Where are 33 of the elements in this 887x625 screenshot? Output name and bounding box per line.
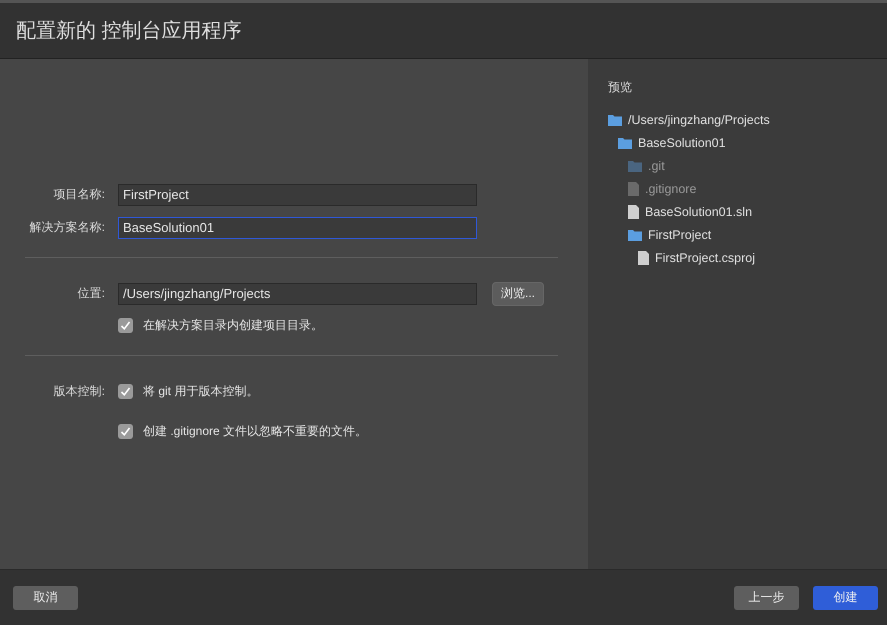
tree-item-label: BaseSolution01.sln (645, 204, 752, 218)
file-icon (628, 204, 639, 218)
field-label: 位置: (76, 285, 105, 302)
tree-item-label: FirstProject (648, 228, 712, 242)
folder-icon (628, 228, 642, 240)
location-field[interactable]: /Users/jingzhang/Projects (118, 282, 477, 304)
tree-item-label: BaseSolution01 (638, 136, 726, 150)
folder-icon (608, 114, 622, 126)
tree-item-label: .git (648, 158, 665, 172)
folder-icon (628, 160, 642, 172)
folder-icon (618, 136, 632, 148)
field-label: 项目名称: (52, 186, 105, 203)
tree-item-label: /Users/jingzhang/Projects (628, 112, 770, 126)
create-button[interactable]: 创建 (813, 586, 878, 610)
browse-button[interactable]: 浏览... (492, 282, 544, 306)
preview-title: 预览 (608, 79, 633, 96)
checkbox-label: 创建 .gitignore 文件以忽略不重要的文件。 (143, 423, 368, 440)
text-field[interactable]: FirstProject (118, 184, 477, 206)
checkbox[interactable] (118, 384, 133, 399)
field-label: 解决方案名称: (28, 219, 105, 236)
checkbox[interactable] (118, 424, 133, 439)
field-label: 版本控制: (52, 383, 105, 400)
footer-button[interactable]: 取消 (13, 586, 78, 610)
checkbox-label: 将 git 用于版本控制。 (143, 383, 258, 400)
file-icon (628, 182, 639, 196)
checkbox-label: 在解决方案目录内创建项目目录。 (143, 316, 323, 334)
checkbox[interactable] (118, 318, 133, 332)
file-icon (638, 250, 649, 264)
text-field[interactable]: BaseSolution01 (118, 216, 477, 238)
footer-button[interactable]: 上一步 (734, 586, 799, 610)
tree-item-label: FirstProject.csproj (655, 250, 756, 264)
tree-item-label: .gitignore (645, 182, 696, 196)
dialog-title: 配置新的 控制台应用程序 (16, 19, 242, 44)
